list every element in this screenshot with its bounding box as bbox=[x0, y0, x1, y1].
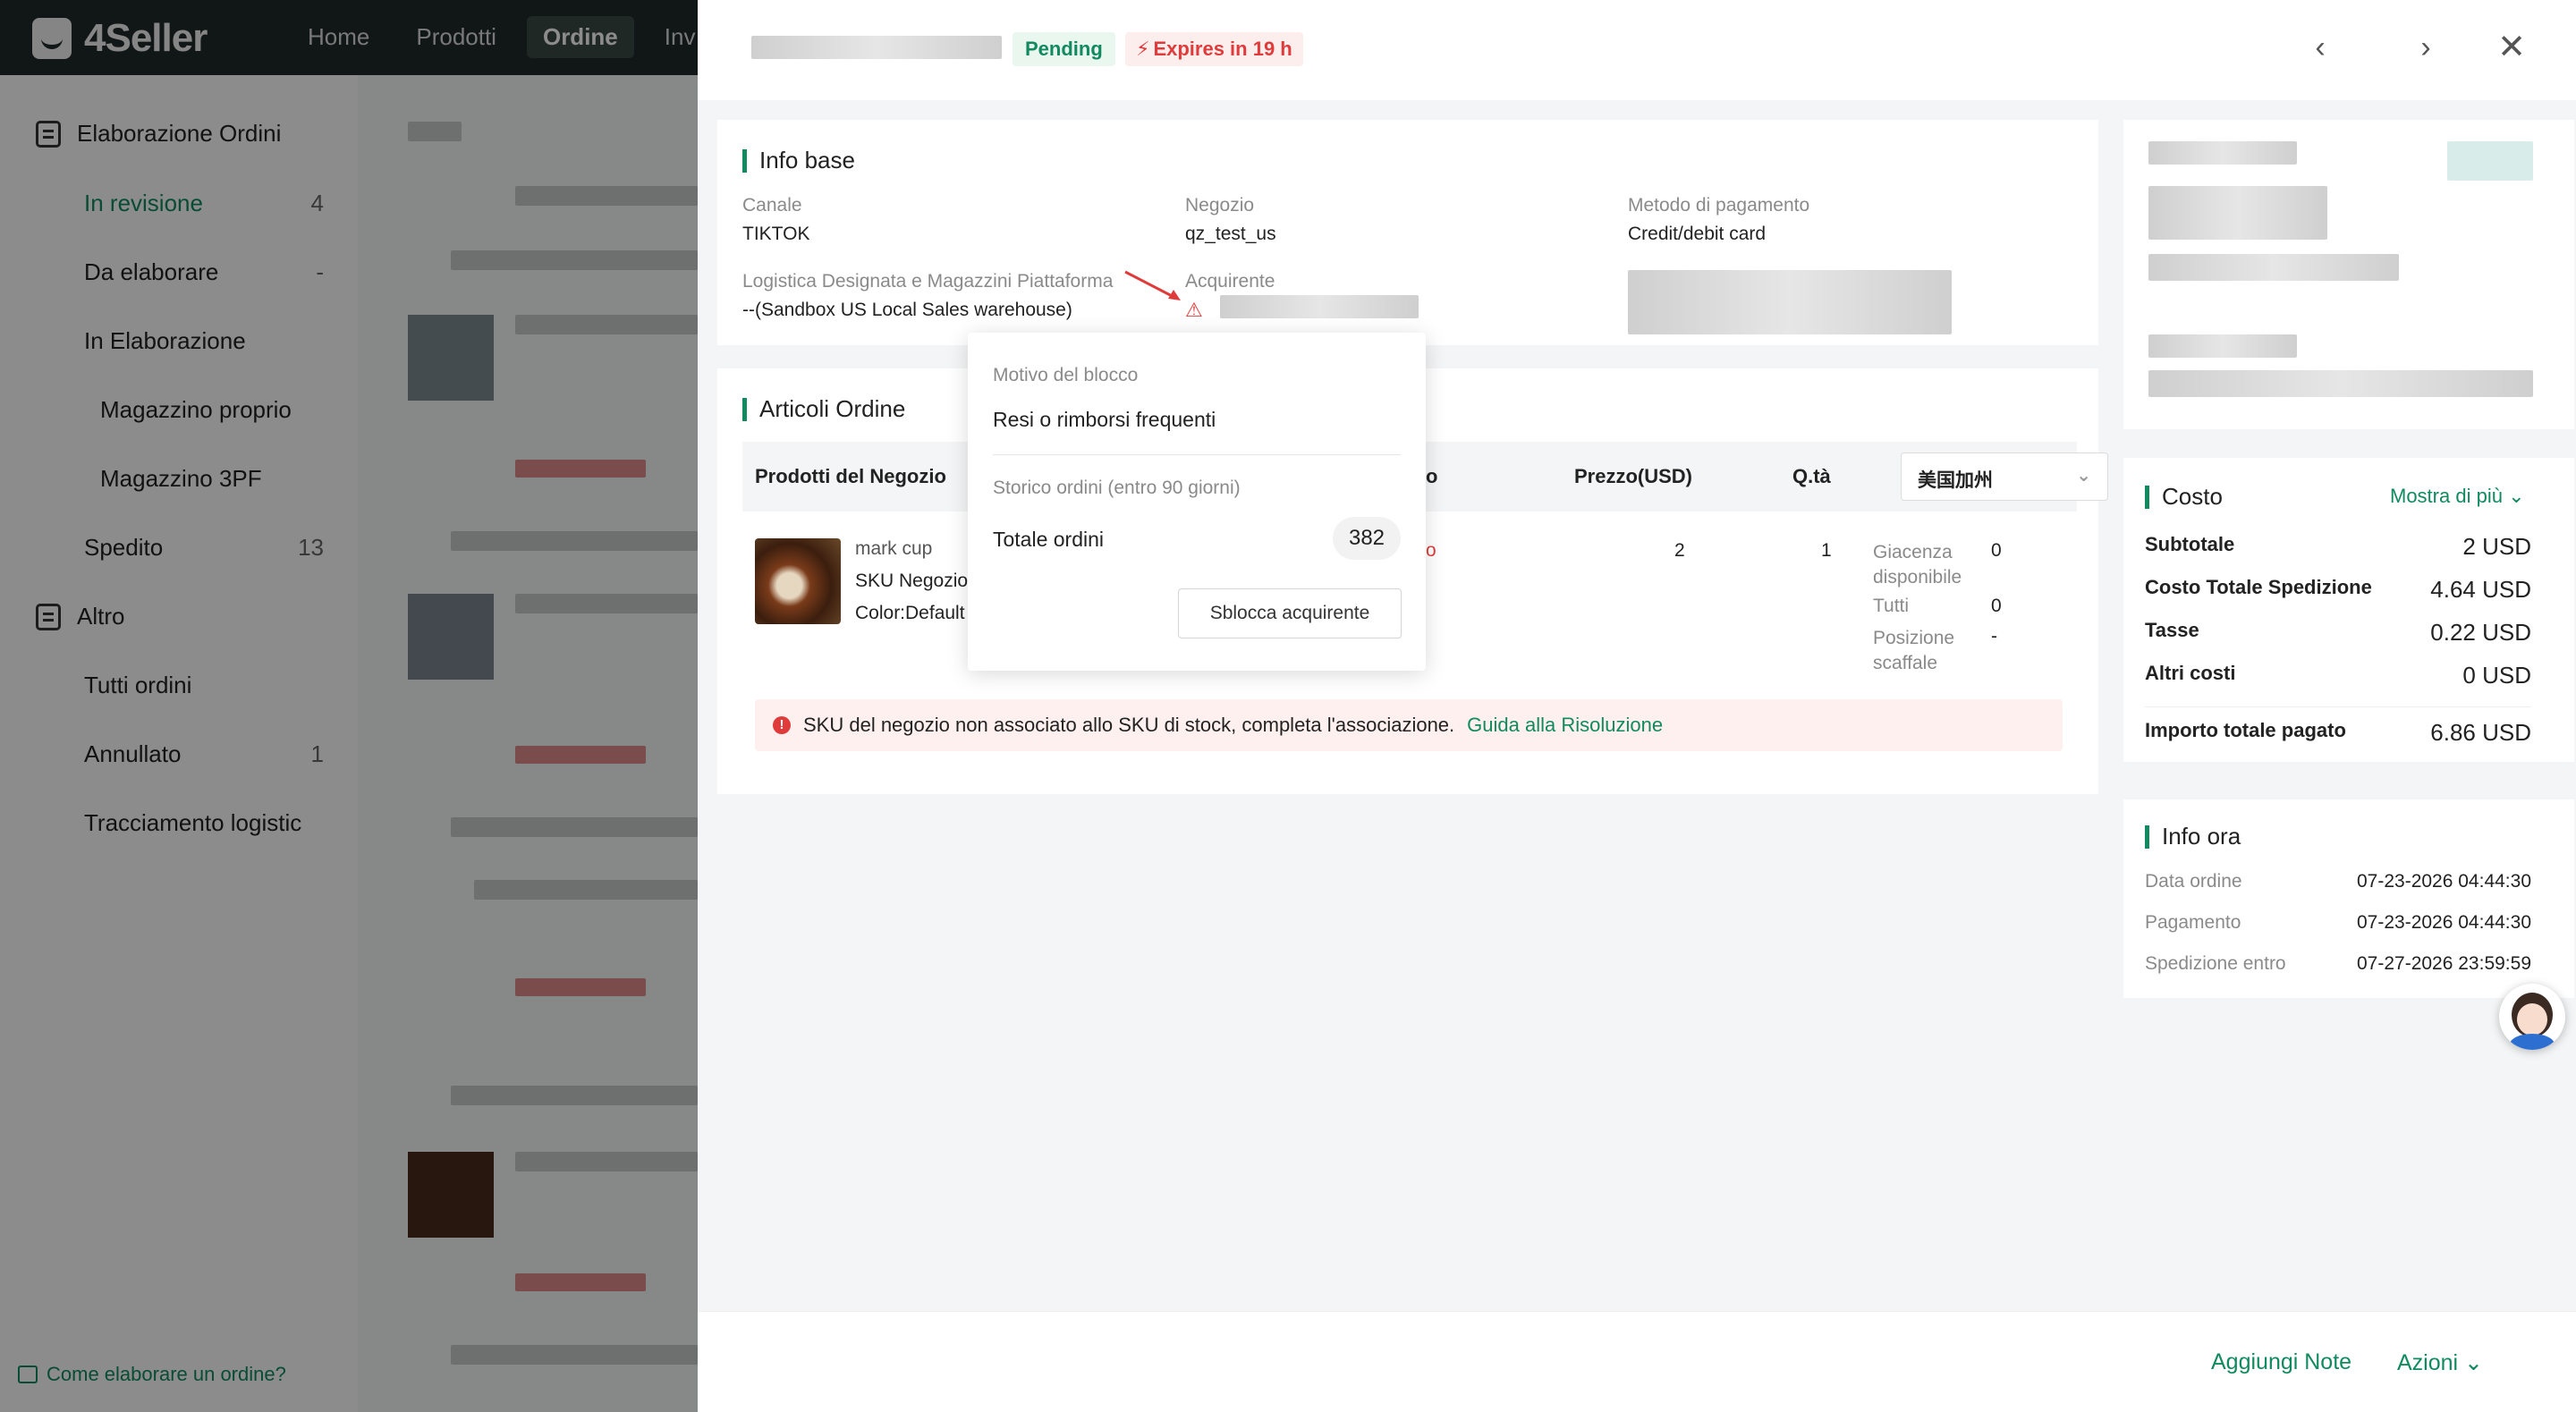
cost-row: Tasse 0.22 USD bbox=[2145, 619, 2531, 646]
header-prodotti: Prodotti del Negozio bbox=[755, 465, 946, 487]
giacenza-label: Giacenza disponibile bbox=[1873, 542, 1962, 588]
unblock-buyer-button[interactable]: Sblocca acquirente bbox=[1178, 588, 1402, 638]
lightning-icon: ⚡ bbox=[1136, 38, 1150, 60]
close-icon[interactable]: ✕ bbox=[2496, 30, 2528, 64]
negozio-label: Negozio bbox=[1185, 195, 1255, 216]
header-prezzo: Prezzo(USD) bbox=[1574, 465, 1693, 487]
total-paid-row: Importo totale pagato 6.86 USD bbox=[2145, 719, 2531, 746]
actions-dropdown[interactable]: Azioni ⌄ bbox=[2397, 1349, 2483, 1376]
partial-text: o bbox=[1426, 540, 1436, 561]
chevron-down-icon: ⌄ bbox=[2076, 466, 2091, 486]
blocked-buyer-popover: Motivo del blocco Resi o rimborsi freque… bbox=[968, 333, 1426, 671]
total-orders-count: 382 bbox=[1333, 517, 1401, 560]
canale-label: Canale bbox=[742, 195, 802, 216]
status-badge: Pending bbox=[1013, 32, 1115, 66]
cost-row: Altri costi 0 USD bbox=[2145, 662, 2531, 689]
negozio-value: qz_test_us bbox=[1185, 224, 1276, 244]
cost-row: Subtotale 2 USD bbox=[2145, 533, 2531, 560]
modal-overlay[interactable] bbox=[0, 0, 698, 1412]
product-sku: SKU Negozio bbox=[855, 571, 969, 591]
acquirente-label: Acquirente bbox=[1185, 271, 1275, 292]
pagamento-value: Credit/debit card bbox=[1628, 224, 1767, 244]
masked-buyer-name bbox=[1220, 295, 1419, 318]
masked-address bbox=[1628, 270, 1952, 334]
annotation-arrow bbox=[1124, 270, 1181, 300]
history-label: Storico ordini (entro 90 giorni) bbox=[993, 478, 1241, 498]
drawer-footer: Aggiungi Note Azioni ⌄ bbox=[698, 1311, 2576, 1412]
sku-warning: ! SKU del negozio non associato allo SKU… bbox=[755, 699, 2063, 751]
guide-link[interactable]: Guida alla Risoluzione bbox=[1467, 714, 1663, 737]
info-ora-title: Info ora bbox=[2145, 823, 2241, 850]
info-ora-row: Spedizione entro 07-27-2026 23:59:59 bbox=[2145, 953, 2531, 974]
product-name[interactable]: mark cup bbox=[855, 538, 932, 560]
reason-value: Resi o rimborsi frequenti bbox=[993, 408, 1216, 431]
warehouse-select[interactable]: 美国加州 ⌄ bbox=[1901, 452, 2108, 501]
total-orders-label: Totale ordini bbox=[993, 528, 1105, 551]
logistica-value: --(Sandbox US Local Sales warehouse) bbox=[742, 300, 1072, 320]
info-base-title: Info base bbox=[742, 147, 855, 174]
add-note-button[interactable]: Aggiungi Note bbox=[2211, 1349, 2351, 1375]
address-card bbox=[2123, 120, 2574, 429]
product-price: 2 bbox=[1674, 540, 1685, 561]
product-color: Color:Default bbox=[855, 603, 965, 623]
reason-label: Motivo del blocco bbox=[993, 365, 1139, 385]
tutti-label: Tutti bbox=[1873, 596, 1910, 616]
header-qty: Q.tà bbox=[1792, 465, 1831, 487]
cost-row: Costo Totale Spedizione 4.64 USD bbox=[2145, 576, 2531, 603]
next-order-icon[interactable]: › bbox=[2410, 32, 2442, 64]
logistica-label: Logistica Designata e Magazzini Piattafo… bbox=[742, 271, 1114, 292]
pagamento-label: Metodo di pagamento bbox=[1628, 195, 1810, 216]
product-qty: 1 bbox=[1821, 540, 1832, 561]
posizione-value: - bbox=[1991, 626, 1997, 647]
drawer-header: Pending ⚡ Expires in 19 h ‹ › ✕ bbox=[698, 0, 2576, 100]
canale-value: TIKTOK bbox=[742, 224, 810, 244]
articoli-title: Articoli Ordine bbox=[742, 395, 905, 423]
info-ora-row: Data ordine 07-23-2026 04:44:30 bbox=[2145, 871, 2531, 892]
prev-order-icon[interactable]: ‹ bbox=[2304, 32, 2336, 64]
expire-badge: ⚡ Expires in 19 h bbox=[1125, 32, 1303, 66]
error-icon: ! bbox=[773, 716, 791, 734]
support-avatar[interactable] bbox=[2499, 984, 2565, 1050]
product-thumbnail bbox=[755, 538, 841, 624]
show-more-link[interactable]: Mostra di più ⌄ bbox=[2390, 485, 2525, 508]
posizione-label: Posizione scaffale bbox=[1873, 628, 1955, 673]
header-partial: o bbox=[1426, 465, 1438, 487]
masked-order-id bbox=[751, 36, 1002, 59]
costo-title: Costo bbox=[2145, 483, 2223, 511]
giacenza-value: 0 bbox=[1991, 540, 2002, 561]
info-ora-row: Pagamento 07-23-2026 04:44:30 bbox=[2145, 912, 2531, 933]
tutti-value: 0 bbox=[1991, 596, 2002, 616]
